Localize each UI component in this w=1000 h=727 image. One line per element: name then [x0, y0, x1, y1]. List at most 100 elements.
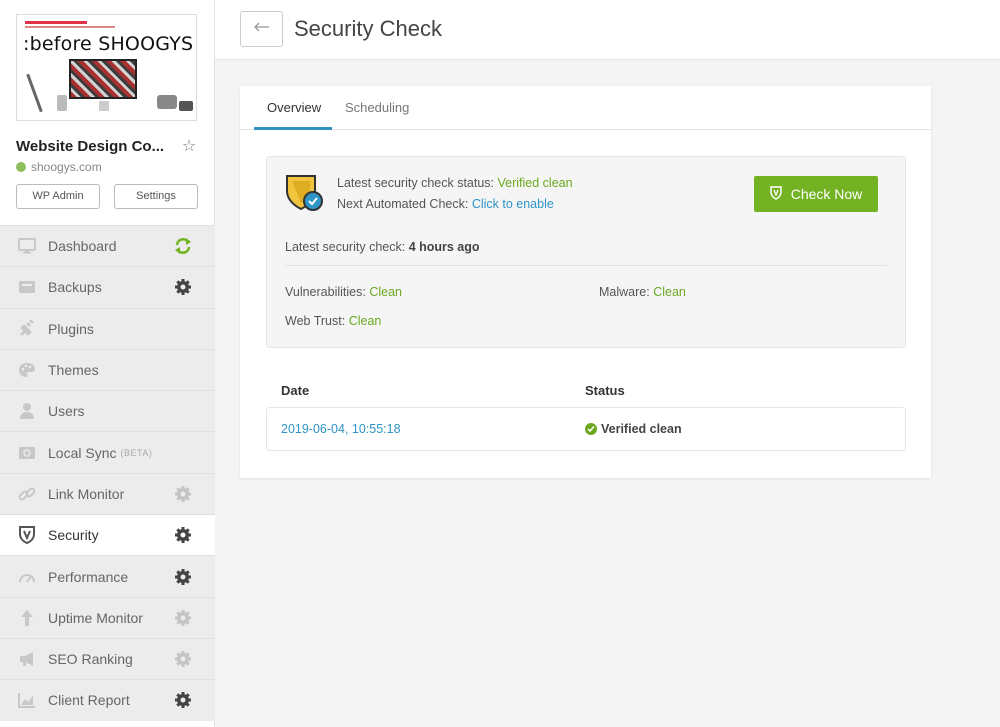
- check-status-text: Verified clean: [601, 422, 682, 436]
- device-image: [157, 95, 177, 109]
- vulnerabilities-metric: Vulnerabilities: Clean: [285, 285, 402, 299]
- check-date-link[interactable]: 2019-06-04, 10:55:18: [281, 422, 401, 436]
- sidebar-item-seo-ranking[interactable]: SEO Ranking: [0, 637, 215, 680]
- sidebar-item-label: Local Sync: [48, 444, 117, 461]
- column-header-date: Date: [281, 383, 310, 398]
- sync-folder-icon: [17, 444, 37, 462]
- malware-metric: Malware: Clean: [599, 285, 686, 299]
- sidebar-item-label: Users: [48, 403, 85, 420]
- vulnerabilities-label: Vulnerabilities:: [285, 285, 366, 299]
- latest-status-label: Latest security check status:: [337, 176, 495, 190]
- vulnerabilities-value: Clean: [369, 285, 402, 299]
- gauge-icon: [17, 568, 37, 586]
- active-tab-indicator: [254, 127, 332, 130]
- site-url[interactable]: shoogys.com: [31, 160, 102, 174]
- link-icon: [17, 485, 37, 503]
- wp-admin-button[interactable]: WP Admin: [16, 184, 100, 209]
- latest-status-line: Latest security check status: Verified c…: [337, 176, 573, 190]
- sidebar-item-label: Backups: [48, 279, 102, 296]
- sidebar: :before SHOOGYS Website Design Co... ☆ s…: [0, 0, 215, 727]
- latest-status-value: Verified clean: [497, 176, 573, 190]
- sidebar-item-client-report[interactable]: Client Report: [0, 679, 215, 721]
- check-circle-icon: [585, 423, 597, 435]
- thumbnail-subbanner: [25, 26, 115, 28]
- arrow-up-icon: [17, 609, 37, 627]
- gear-icon[interactable]: [173, 608, 193, 628]
- backup-icon: [17, 278, 37, 296]
- sidebar-item-label: SEO Ranking: [48, 651, 133, 668]
- tab-scheduling[interactable]: Scheduling: [345, 100, 409, 115]
- sidebar-item-label: Dashboard: [48, 238, 117, 255]
- latest-check-label: Latest security check:: [285, 240, 406, 254]
- monitor-image: [69, 59, 137, 99]
- sidebar-item-security[interactable]: Security: [0, 514, 215, 556]
- sync-icon[interactable]: [173, 236, 193, 256]
- sidebar-item-plugins[interactable]: Plugins: [0, 307, 215, 349]
- page-header: Security Check: [215, 0, 1000, 60]
- check-now-label: Check Now: [790, 186, 863, 202]
- shield-icon: [17, 526, 37, 545]
- cup-image: [57, 95, 67, 111]
- sidebar-item-label: Security: [48, 527, 99, 544]
- thumbnail-brand-text: :before SHOOGYS: [23, 33, 194, 55]
- sidebar-item-label: Uptime Monitor: [48, 609, 143, 626]
- megaphone-icon: [17, 650, 37, 668]
- site-title[interactable]: Website Design Co...: [16, 138, 164, 155]
- gear-icon[interactable]: [173, 567, 193, 587]
- sidebar-item-link-monitor[interactable]: Link Monitor: [0, 472, 215, 515]
- security-card: Overview Scheduling Latest security chec…: [240, 86, 931, 478]
- sidebar-item-label: Themes: [48, 362, 99, 379]
- shield-icon: [769, 185, 782, 203]
- back-arrow-icon: [253, 20, 270, 38]
- enable-auto-check-link[interactable]: Click to enable: [472, 197, 554, 211]
- plug-icon: [17, 319, 37, 338]
- lamp-image: [26, 73, 43, 113]
- thumbnail-banner: [25, 21, 87, 24]
- palette-icon: [17, 361, 37, 379]
- monitor-stand-image: [99, 101, 109, 111]
- site-thumbnail[interactable]: :before SHOOGYS: [16, 14, 197, 121]
- next-check-label: Next Automated Check:: [337, 197, 469, 211]
- next-check-line: Next Automated Check: Click to enable: [337, 197, 554, 211]
- back-button[interactable]: [240, 11, 283, 47]
- globe-icon: [16, 162, 26, 172]
- tab-overview[interactable]: Overview: [267, 100, 321, 115]
- settings-button[interactable]: Settings: [114, 184, 198, 209]
- gear-icon[interactable]: [173, 484, 193, 504]
- web-trust-value: Clean: [348, 314, 382, 328]
- table-row: 2019-06-04, 10:55:18 Verified clean: [266, 407, 906, 451]
- sidebar-item-label: Plugins: [48, 320, 94, 337]
- sidebar-item-label: Performance: [48, 568, 129, 585]
- sidebar-item-themes[interactable]: Themes: [0, 348, 215, 391]
- gear-icon[interactable]: [173, 277, 193, 297]
- sidebar-menu: Dashboard Backups Plugins Themes Users L…: [0, 225, 215, 721]
- sidebar-item-dashboard[interactable]: Dashboard: [0, 225, 215, 267]
- chart-icon: [17, 691, 37, 709]
- star-icon[interactable]: ☆: [180, 136, 198, 156]
- sidebar-item-local-sync[interactable]: Local Sync (BETA): [0, 431, 215, 473]
- sidebar-item-label: Link Monitor: [48, 485, 125, 502]
- page-title: Security Check: [294, 16, 442, 41]
- sidebar-item-users[interactable]: Users: [0, 390, 215, 432]
- column-header-status: Status: [585, 383, 625, 398]
- monitor-icon: [17, 237, 37, 255]
- sidebar-item-backups[interactable]: Backups: [0, 266, 215, 308]
- beta-badge: (BETA): [120, 447, 153, 458]
- gear-icon[interactable]: [173, 649, 193, 669]
- web-trust-metric: Web Trust: Clean: [285, 314, 381, 328]
- gear-icon[interactable]: [173, 690, 193, 710]
- latest-check-line: Latest security check: 4 hours ago: [285, 240, 480, 254]
- sidebar-item-performance[interactable]: Performance: [0, 555, 215, 597]
- panel-divider: [285, 265, 887, 266]
- check-status: Verified clean: [585, 422, 682, 436]
- gear-icon[interactable]: [173, 525, 193, 545]
- verified-shield-icon: [285, 173, 325, 218]
- sidebar-item-uptime-monitor[interactable]: Uptime Monitor: [0, 596, 215, 638]
- user-icon: [17, 402, 37, 420]
- malware-label: Malware:: [599, 285, 650, 299]
- malware-value: Clean: [653, 285, 686, 299]
- latest-check-value: 4 hours ago: [408, 240, 480, 254]
- site-header: :before SHOOGYS Website Design Co... ☆ s…: [0, 0, 214, 225]
- check-now-button[interactable]: Check Now: [754, 176, 878, 212]
- web-trust-label: Web Trust:: [285, 314, 346, 328]
